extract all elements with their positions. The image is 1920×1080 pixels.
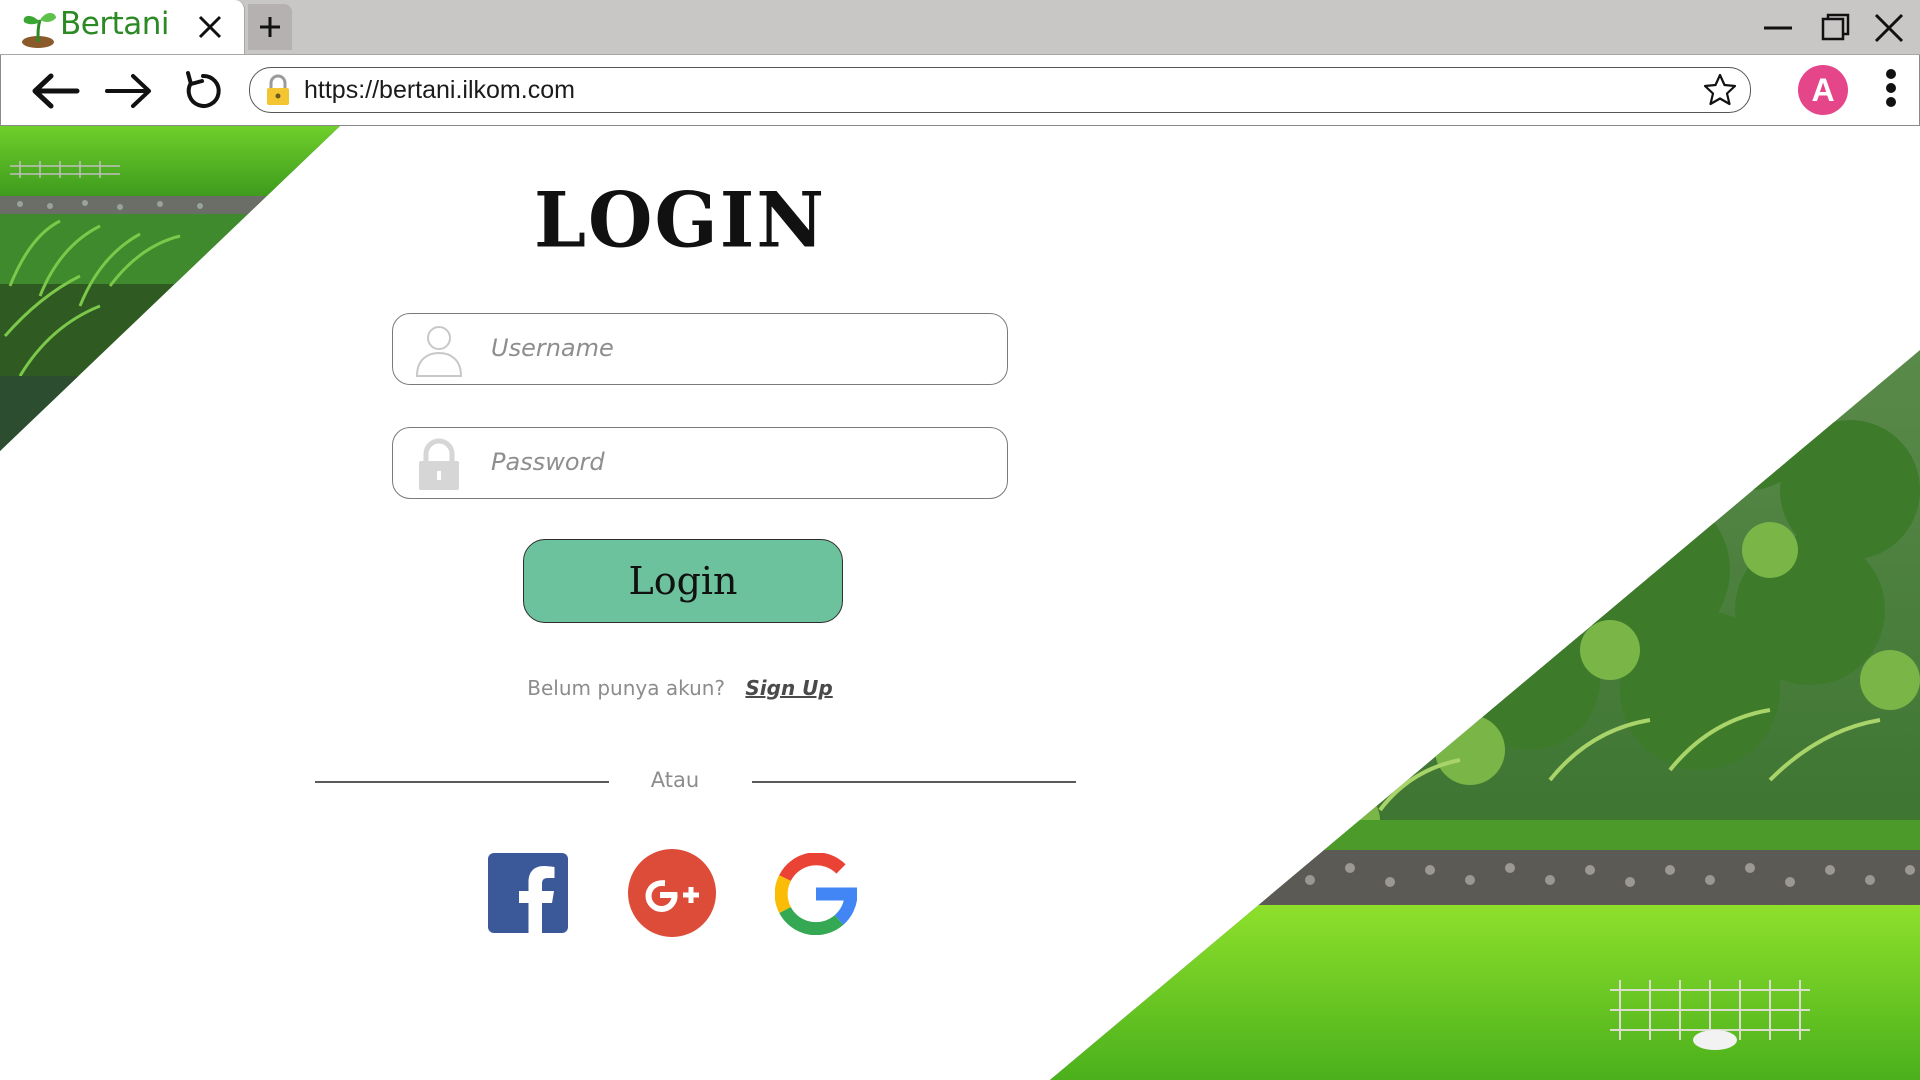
no-account-text: Belum punya akun? [527,676,726,700]
rice-field-image-bottom-right [1050,350,1920,1080]
menu-kebab-icon[interactable] [1881,67,1901,113]
close-window-icon[interactable] [1873,12,1905,44]
user-icon [415,326,463,377]
bookmark-star-icon[interactable] [1702,72,1738,108]
rice-field-image-top-left [0,126,340,451]
plus-icon [260,17,280,37]
divider-left [315,781,609,783]
username-placeholder: Username [491,334,614,362]
google-icon[interactable] [775,853,857,935]
google-plus-icon[interactable] [628,849,716,937]
tab-strip: Bertani [0,0,1920,55]
divider-right [752,781,1076,783]
address-bar[interactable]: https://bertani.ilkom.com [249,67,1751,113]
browser-toolbar: https://bertani.ilkom.com A [0,55,1920,126]
new-tab-button[interactable] [248,4,292,50]
signup-row: Belum punya akun? Sign Up [400,676,960,700]
facebook-icon[interactable] [488,853,568,933]
browser-tab[interactable]: Bertani [0,0,245,54]
password-placeholder: Password [491,448,605,476]
lock-icon [267,74,289,105]
login-button[interactable]: Login [523,539,843,623]
close-tab-icon[interactable] [196,13,224,41]
sprout-logo-icon [22,13,56,48]
minimize-icon[interactable] [1762,12,1794,44]
profile-avatar[interactable]: A [1798,65,1848,115]
password-field[interactable]: Password [392,427,1008,499]
tab-title: Bertani [60,6,170,42]
username-field[interactable]: Username [392,313,1008,385]
or-text: Atau [650,768,700,792]
maximize-icon[interactable] [1820,12,1852,44]
padlock-icon [419,438,459,490]
forward-arrow-icon[interactable] [103,69,155,113]
login-title: LOGIN [534,177,826,265]
sign-up-link[interactable]: Sign Up [745,676,832,700]
back-arrow-icon[interactable] [29,69,81,113]
url-text: https://bertani.ilkom.com [304,76,575,104]
reload-icon[interactable] [177,69,229,113]
